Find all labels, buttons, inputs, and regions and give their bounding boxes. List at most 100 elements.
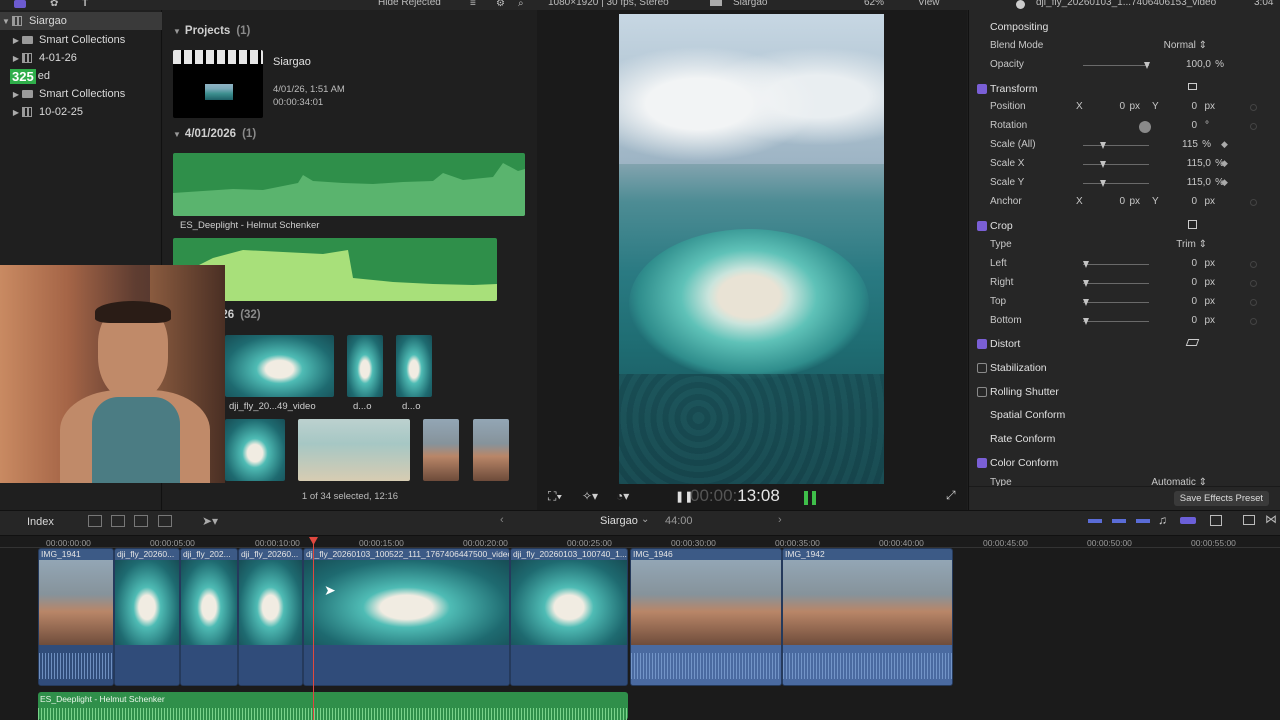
event-date-header[interactable]: ▼ 4/01/2026 (1) [173, 128, 256, 140]
headphones-icon[interactable]: ♫ [1158, 513, 1167, 527]
opacity-slider[interactable] [1083, 65, 1149, 66]
photos-icon[interactable]: ✿ [50, 0, 58, 9]
video-frame[interactable] [619, 14, 884, 484]
rate-conform-header[interactable]: Rate Conform [990, 433, 1055, 445]
clip-thumbnail[interactable] [423, 419, 459, 481]
library-icon[interactable] [14, 0, 26, 8]
keyframe-button[interactable] [1250, 280, 1257, 287]
solo-icon[interactable] [1136, 519, 1150, 523]
blend-mode-popup[interactable]: Normal ⇕ [1164, 40, 1207, 51]
overwrite-clip-icon[interactable] [158, 515, 172, 527]
keyframe-icon[interactable]: ◆ [1221, 158, 1228, 169]
keyframe-button[interactable] [1250, 104, 1257, 111]
scale-x-value[interactable]: 115,0 [1187, 158, 1211, 169]
speed-tool-icon[interactable]: ◔▾ [616, 489, 629, 503]
scale-all-value[interactable]: 115 [1182, 139, 1198, 150]
keyframe-icon[interactable]: ◆ [1221, 177, 1228, 188]
crop-type-popup[interactable]: Trim ⇕ [1176, 239, 1207, 250]
disclosure-closed-icon[interactable]: ▶ [10, 36, 22, 45]
compositing-header[interactable]: Compositing [990, 21, 1048, 33]
connect-clip-icon[interactable] [88, 515, 102, 527]
scale-y-value[interactable]: 115,0 [1187, 177, 1211, 188]
timeline-clip[interactable]: dji_fly_20260... [114, 548, 180, 686]
transform-checkbox[interactable] [977, 84, 987, 94]
disclosure-open-icon[interactable]: ▼ [0, 17, 12, 26]
skimming-icon[interactable] [1088, 519, 1102, 523]
scale-y-slider[interactable] [1083, 183, 1149, 184]
project-thumbnail[interactable] [173, 50, 263, 118]
crop-bottom-value[interactable]: 0 [1191, 315, 1197, 326]
timeline-clip[interactable]: dji_fly_202... [180, 548, 238, 686]
view-popup[interactable]: View [918, 0, 940, 8]
clip-appearance-icon[interactable] [1210, 515, 1222, 526]
sidebar-item-event-10-02-25[interactable]: ▶ 10-02-25 [0, 103, 162, 121]
keyframe-button[interactable] [1250, 261, 1257, 268]
music-clip[interactable]: ES_Deeplight - Helmut Schenker [38, 692, 628, 720]
timeline-clip[interactable]: IMG_1946 [630, 548, 782, 686]
sidebar-item-siargao[interactable]: ▼ Siargao [0, 12, 162, 30]
search-icon[interactable]: ⌕ [518, 0, 524, 9]
clip-thumbnail[interactable] [347, 335, 383, 397]
crop-left-value[interactable]: 0 [1191, 258, 1197, 269]
clip-thumbnail[interactable] [225, 419, 285, 481]
distort-header[interactable]: Distort [990, 338, 1020, 350]
save-effects-preset-button[interactable]: Save Effects Preset [1173, 491, 1269, 506]
transitions-browser-icon[interactable]: ⋈ [1265, 512, 1277, 526]
project-name[interactable]: Siargao [273, 56, 311, 68]
keyframe-button[interactable] [1250, 199, 1257, 206]
transform-header[interactable]: Transform [990, 83, 1037, 95]
crop-right-slider[interactable] [1083, 283, 1149, 284]
timeline-ruler[interactable]: 00:00:00:00 00:00:05:00 00:00:10:00 00:0… [0, 536, 1280, 548]
list-view-icon[interactable]: ≡ [470, 0, 476, 9]
opacity-value[interactable]: 100,0 [1186, 59, 1211, 70]
timeline-clip[interactable]: IMG_1942 [782, 548, 953, 686]
effects-browser-icon[interactable] [1243, 515, 1255, 525]
rolling-shutter-header[interactable]: Rolling Shutter [990, 386, 1059, 398]
distort-checkbox[interactable] [977, 339, 987, 349]
info-icon[interactable] [1016, 0, 1025, 9]
spatial-conform-header[interactable]: Spatial Conform [990, 409, 1065, 421]
clip-thumbnail[interactable] [225, 335, 334, 397]
keyframe-icon[interactable]: ◆ [1221, 139, 1228, 150]
crop-checkbox[interactable] [977, 221, 987, 231]
chevron-down-icon[interactable]: ⌄ [641, 514, 649, 525]
transform-onscreen-icon[interactable] [1188, 83, 1197, 90]
scale-x-slider[interactable] [1083, 164, 1149, 165]
keyframe-button[interactable] [1250, 299, 1257, 306]
clip-thumbnail[interactable] [473, 419, 509, 481]
color-conform-header[interactable]: Color Conform [990, 457, 1058, 469]
timeline-clip[interactable]: IMG_1941 [38, 548, 114, 686]
zoom-popup[interactable]: 62% [864, 0, 884, 8]
disclosure-closed-icon[interactable]: ▶ [10, 54, 22, 63]
snapping-icon[interactable] [1180, 517, 1196, 524]
crop-right-value[interactable]: 0 [1191, 277, 1197, 288]
crop-top-value[interactable]: 0 [1191, 296, 1197, 307]
filter-popup[interactable]: Hide Rejected [378, 0, 441, 8]
titles-icon[interactable]: T [82, 0, 88, 9]
crop-header[interactable]: Crop [990, 220, 1013, 232]
crop-bottom-slider[interactable] [1083, 321, 1149, 322]
forward-arrow-icon[interactable]: › [778, 514, 782, 526]
sidebar-item-smart-collections-2[interactable]: ▶ Smart Collections [0, 85, 162, 103]
transform-tool-icon[interactable]: ⛶▾ [548, 489, 562, 504]
disclosure-closed-icon[interactable]: ▶ [10, 108, 22, 117]
rotation-value[interactable]: 0 [1191, 120, 1197, 131]
sidebar-item-event-ed[interactable]: 325 ed [0, 67, 162, 85]
crop-onscreen-icon[interactable] [1188, 220, 1197, 229]
crop-left-slider[interactable] [1083, 264, 1149, 265]
disclosure-open-icon[interactable]: ▼ [173, 130, 181, 139]
distort-onscreen-icon[interactable] [1185, 339, 1200, 346]
disclosure-closed-icon[interactable]: ▶ [10, 90, 22, 99]
playhead[interactable] [313, 537, 314, 720]
sidebar-item-smart-collections[interactable]: ▶ Smart Collections [0, 31, 162, 49]
settings-icon[interactable]: ⚙ [496, 0, 505, 9]
stabilization-header[interactable]: Stabilization [990, 362, 1047, 374]
scale-all-slider[interactable] [1083, 145, 1149, 146]
sidebar-item-event-4-01-26[interactable]: ▶ 4-01-26 [0, 49, 162, 67]
append-clip-icon[interactable] [134, 515, 148, 527]
anchor-x-value[interactable]: 0 [1119, 196, 1125, 207]
keyframe-button[interactable] [1250, 123, 1257, 130]
keyframe-button[interactable] [1250, 318, 1257, 325]
position-x-value[interactable]: 0 [1119, 101, 1125, 112]
insert-clip-icon[interactable] [111, 515, 125, 527]
